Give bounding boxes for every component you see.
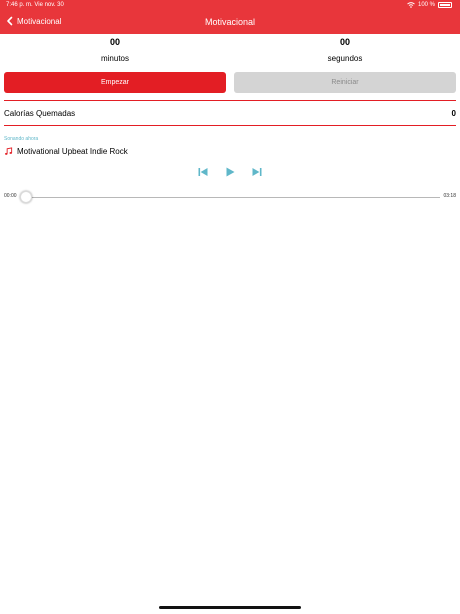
skip-next-icon[interactable] xyxy=(251,166,263,178)
calories-label: Calorías Quemadas xyxy=(4,109,76,118)
reset-button[interactable]: Reiniciar xyxy=(234,72,456,93)
elapsed-time: 00:00 xyxy=(4,193,17,199)
divider-top xyxy=(4,100,456,101)
minutes-label: minutos xyxy=(100,54,129,63)
play-icon[interactable] xyxy=(224,166,236,178)
seconds-value: 00 xyxy=(339,37,350,47)
calories-value: 0 xyxy=(451,109,456,118)
skip-previous-icon[interactable] xyxy=(197,166,209,178)
battery-percent: 100 % xyxy=(417,2,435,8)
wifi-icon xyxy=(407,2,415,8)
home-indicator[interactable] xyxy=(159,606,301,609)
music-note-icon xyxy=(4,147,13,155)
start-button[interactable]: Empezar xyxy=(4,72,226,93)
track-title: Motivational Upbeat Indie Rock xyxy=(17,147,128,156)
minutes-value: 00 xyxy=(109,37,120,47)
status-time-date: 7:46 p. m. Vie nov. 30 xyxy=(6,2,64,8)
status-right-group: 100 % xyxy=(407,2,452,8)
page-title: Motivacional xyxy=(204,17,256,27)
divider-bottom xyxy=(4,125,456,126)
battery-icon xyxy=(438,2,452,8)
total-duration: 03:18 xyxy=(443,193,456,199)
seconds-label: segundos xyxy=(327,54,363,63)
now-playing-caption: Sonando ahora xyxy=(4,136,39,142)
seek-thumb[interactable] xyxy=(20,191,32,203)
navigation-header: 7:46 p. m. Vie nov. 30 100 % Motivaciona… xyxy=(0,0,460,34)
seek-bar[interactable] xyxy=(22,197,440,198)
